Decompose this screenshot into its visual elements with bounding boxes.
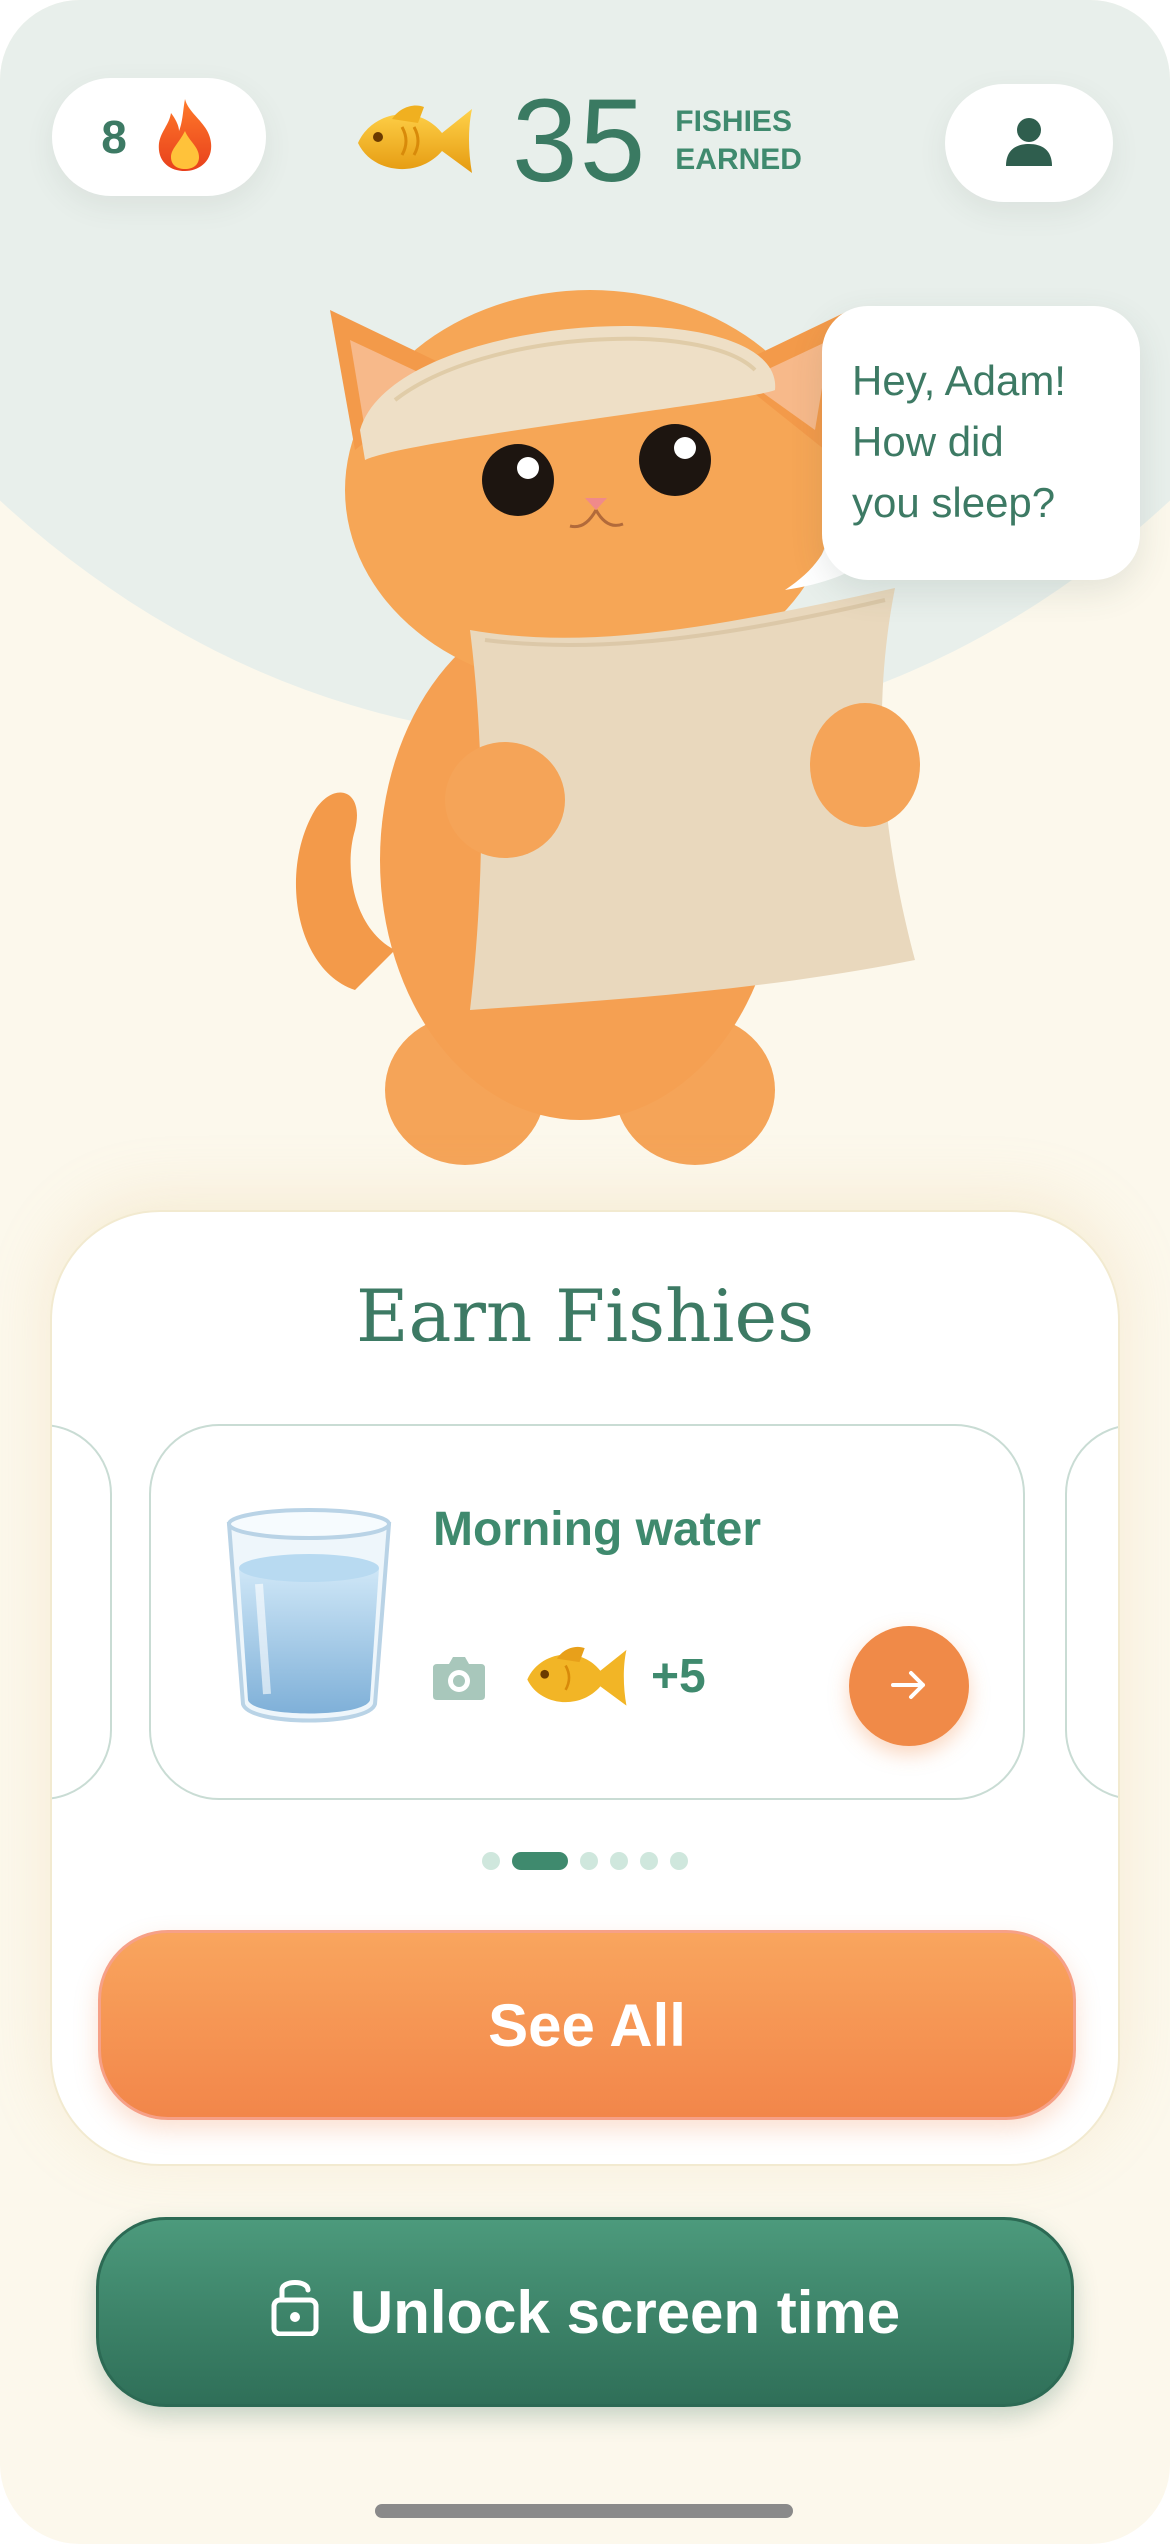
fishies-count: 35: [512, 75, 648, 207]
streak-pill[interactable]: 8: [52, 78, 266, 196]
speech-line-3: you sleep?: [852, 479, 1056, 526]
arrow-right-icon: [887, 1663, 931, 1710]
fishies-label-line2: EARNED: [675, 143, 802, 176]
unlock-label: Unlock screen time: [349, 2278, 901, 2346]
task-card-previous[interactable]: [52, 1424, 112, 1800]
fishies-label: FISHIES EARNED: [675, 103, 802, 179]
camera-icon: [431, 1654, 487, 1702]
earn-fishies-card: Earn Fishies Morning water +5 See All: [50, 1210, 1120, 2166]
fishies-earned: 35 FISHIES EARNED: [352, 76, 802, 206]
task-reward: +5: [651, 1650, 706, 1703]
carousel-dot-active[interactable]: [512, 1852, 568, 1870]
task-card[interactable]: Morning water +5: [149, 1424, 1025, 1800]
lock-icon: [270, 2274, 320, 2350]
task-title: Morning water: [433, 1503, 762, 1556]
fishies-label-line1: FISHIES: [675, 105, 792, 138]
water-glass-icon: [219, 1504, 399, 1734]
carousel-dot[interactable]: [670, 1852, 688, 1870]
golden-fish-icon: [352, 93, 476, 190]
carousel-dot[interactable]: [482, 1852, 500, 1870]
speech-line-2: How did: [852, 418, 1004, 465]
user-icon: [1002, 114, 1056, 173]
card-title: Earn Fishies: [355, 1274, 815, 1358]
speech-line-1: Hey, Adam!: [852, 357, 1066, 404]
profile-button[interactable]: [945, 84, 1113, 202]
home-indicator[interactable]: [375, 2504, 793, 2518]
carousel-pagination: [52, 1852, 1118, 1870]
unlock-screen-time-button[interactable]: Unlock screen time: [96, 2217, 1074, 2407]
streak-count: 8: [101, 111, 127, 163]
carousel-dot[interactable]: [580, 1852, 598, 1870]
task-go-button[interactable]: [849, 1626, 969, 1746]
flame-icon: [153, 97, 217, 178]
carousel-dot[interactable]: [610, 1852, 628, 1870]
carousel-dot[interactable]: [640, 1852, 658, 1870]
task-card-next[interactable]: [1065, 1424, 1118, 1800]
see-all-button[interactable]: See All: [98, 1930, 1076, 2120]
golden-fish-icon: [521, 1636, 631, 1716]
speech-bubble: Hey, Adam! How did you sleep?: [822, 306, 1140, 580]
app-screen: 8 35 FISHIES EARNED Hey, Adam! How did y…: [0, 0, 1170, 2544]
